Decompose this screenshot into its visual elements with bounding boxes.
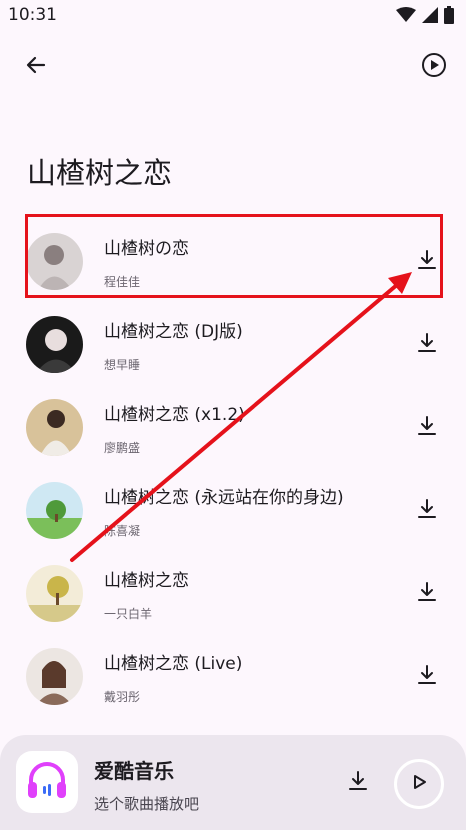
app-logo xyxy=(16,751,78,813)
download-button[interactable] xyxy=(410,577,444,611)
player-subtitle: 选个歌曲播放吧 xyxy=(94,795,200,813)
headphones-icon xyxy=(23,756,71,808)
play-circle-icon xyxy=(421,52,447,82)
download-icon xyxy=(416,581,438,607)
player-download-button[interactable] xyxy=(340,765,376,801)
song-cover xyxy=(26,648,83,705)
mini-player[interactable]: 爱酷音乐 选个歌曲播放吧 xyxy=(0,735,466,830)
download-button[interactable] xyxy=(410,660,444,694)
play-icon xyxy=(410,773,428,795)
song-cover xyxy=(26,565,83,622)
download-icon xyxy=(416,332,438,358)
status-time: 10:31 xyxy=(8,5,57,25)
song-artist: 一只白羊 xyxy=(104,607,153,621)
highlight-box xyxy=(25,214,443,298)
song-artist: 陈喜凝 xyxy=(104,524,141,538)
song-cover xyxy=(26,399,83,456)
download-button[interactable] xyxy=(410,411,444,445)
wifi-icon xyxy=(396,7,416,27)
song-row[interactable]: 山楂树之恋 (DJ版) 想早睡 xyxy=(0,290,466,373)
signal-icon xyxy=(422,7,438,27)
arrow-left-icon xyxy=(24,53,48,81)
song-row[interactable]: 山楂树之恋 (x1.2) 廖鹏盛 xyxy=(0,373,466,456)
song-cover xyxy=(26,482,83,539)
song-artist: 廖鹏盛 xyxy=(104,441,141,455)
song-row[interactable]: 山楂树之恋 一只白羊 xyxy=(0,539,466,622)
song-title: 山楂树之恋 (DJ版) xyxy=(104,322,243,342)
download-button[interactable] xyxy=(410,328,444,362)
download-icon xyxy=(416,664,438,690)
song-row[interactable]: 山楂树之恋 (永远站在你的身边) 陈喜凝 xyxy=(0,456,466,539)
download-icon xyxy=(416,415,438,441)
download-icon xyxy=(416,498,438,524)
song-row[interactable]: 山楂树之恋 (Live) 戴羽彤 xyxy=(0,622,466,705)
page-title: 山楂树之恋 xyxy=(27,156,173,190)
status-bar: 10:31 xyxy=(0,0,466,32)
battery-icon xyxy=(444,6,454,28)
back-button[interactable] xyxy=(14,45,58,89)
song-title: 山楂树之恋 xyxy=(104,571,189,591)
play-all-button[interactable] xyxy=(412,45,456,89)
song-title: 山楂树之恋 (x1.2) xyxy=(104,405,245,425)
player-title: 爱酷音乐 xyxy=(94,759,174,783)
download-button[interactable] xyxy=(410,494,444,528)
song-title: 山楂树之恋 (Live) xyxy=(104,654,243,674)
download-icon xyxy=(347,770,369,796)
song-cover xyxy=(26,316,83,373)
song-artist: 戴羽彤 xyxy=(104,690,141,704)
player-play-button[interactable] xyxy=(394,759,444,809)
song-artist: 想早睡 xyxy=(104,358,141,372)
song-title: 山楂树之恋 (永远站在你的身边) xyxy=(104,488,344,508)
status-icons xyxy=(396,6,454,28)
